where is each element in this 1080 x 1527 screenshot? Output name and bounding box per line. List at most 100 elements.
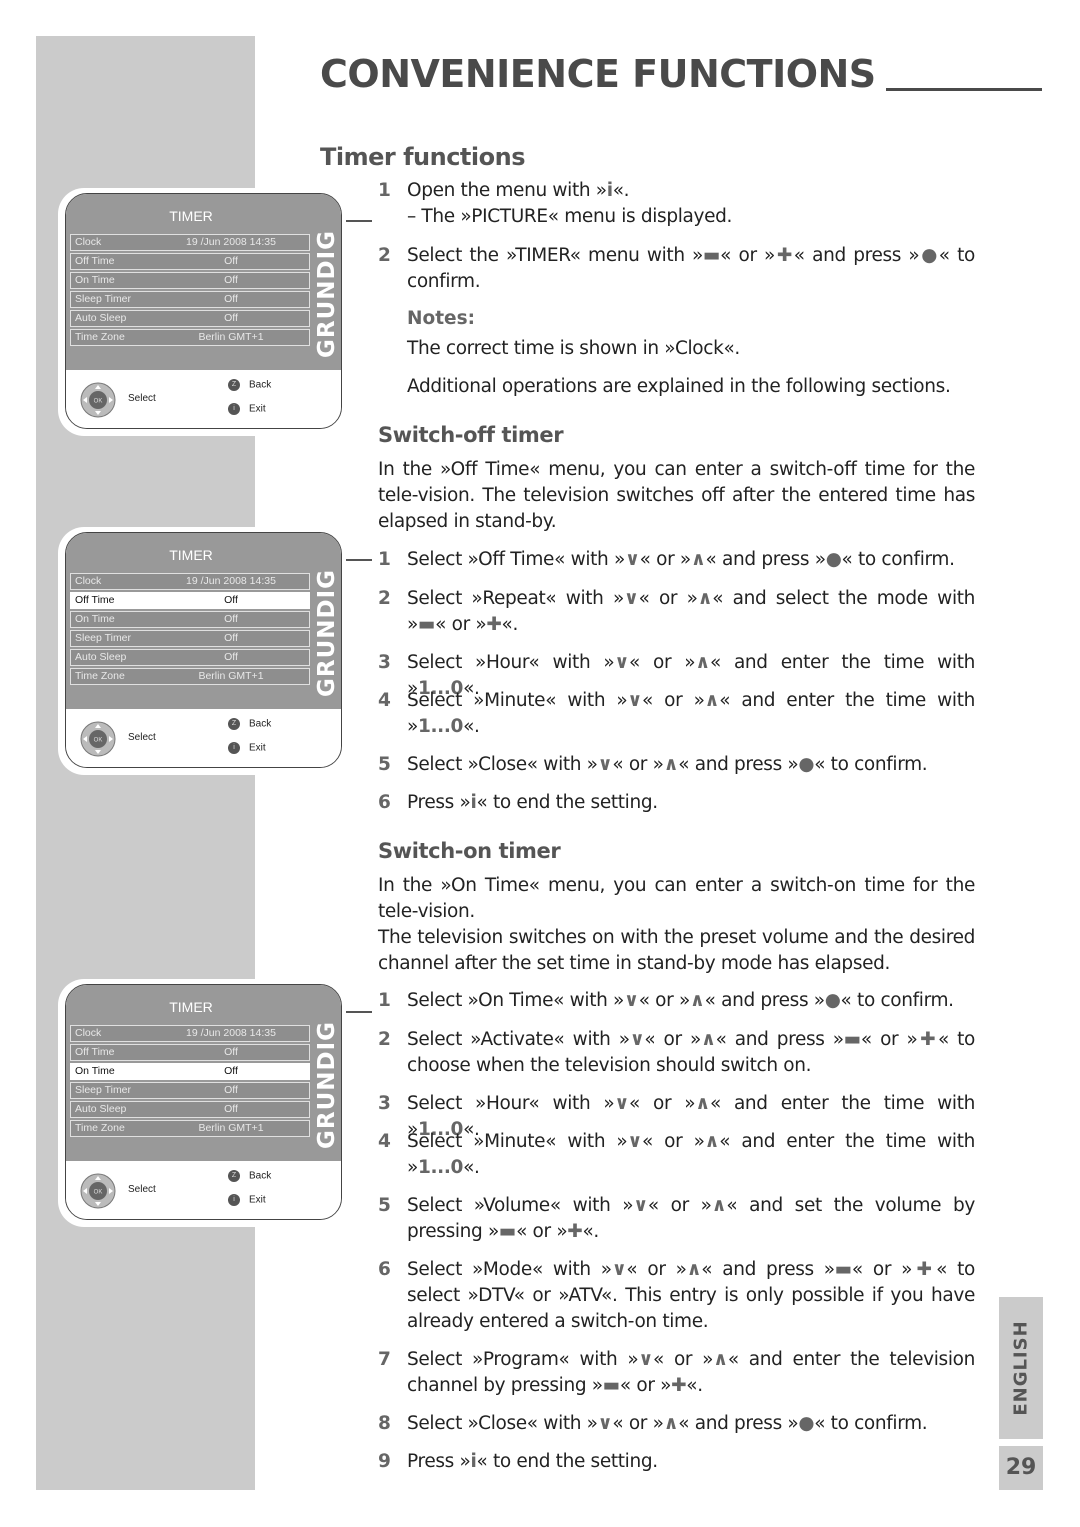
svg-text:OK: OK — [94, 399, 103, 405]
switch-on-step-9: 9 Press »i« to end the setting. — [378, 1449, 975, 1475]
menu-row: On Time Off — [70, 272, 310, 289]
dpad-ok-icon: OK — [80, 1173, 116, 1209]
menu-panel: TIMER Clock 19 /Jun 2008 14:35 Off Time Off O… — [66, 194, 341, 370]
menu-row-value: Berlin GMT+1 — [198, 670, 264, 682]
step-number: 6 — [378, 1259, 391, 1280]
select-label: Select — [128, 732, 156, 743]
menu-screen: TIMER Clock 19 /Jun 2008 14:35 Off Time Off O… — [65, 532, 342, 768]
switch-off-step-2: 2 Select »Repeat« with »∨« or »∧« and sel… — [378, 586, 975, 638]
menu-rows: Clock 19 /Jun 2008 14:35 Off Time Off On Tim… — [70, 573, 310, 687]
exit-label: Exit — [249, 742, 266, 754]
menu-row-label: Clock — [75, 236, 102, 248]
switch-off-step-1: 1 Select »Off Time« with »∨« or »∧« and p… — [378, 547, 975, 573]
dpad-ok-icon: OK — [80, 382, 116, 418]
menu-row-value: Off — [224, 293, 238, 305]
menu-row-label: Time Zone — [75, 1122, 125, 1134]
menu-row-value: 19 /Jun 2008 14:35 — [186, 236, 276, 248]
timer-menu-screenshot: TIMER Clock 19 /Jun 2008 14:35 Off Time Off O… — [58, 188, 346, 436]
menu-rows: Clock 19 /Jun 2008 14:35 Off Time Off On Tim… — [70, 1025, 310, 1139]
menu-row-label: Sleep Timer — [75, 293, 132, 305]
switch-on-step-8: 8 Select »Close« with »∨« or »∧« and pres… — [378, 1411, 975, 1437]
svg-text:OK: OK — [94, 1190, 103, 1196]
switch-on-step-4: 4 Select »Minute« with »∨« or »∧« and ent… — [378, 1129, 975, 1181]
step-number: 9 — [378, 1451, 391, 1472]
menu-row: Time Zone Berlin GMT+1 — [70, 329, 310, 346]
menu-footer: OK Select Z Back i Exit — [66, 1161, 341, 1219]
menu-rows: Clock 19 /Jun 2008 14:35 Off Time Off On Tim… — [70, 234, 310, 348]
menu-row: Time Zone Berlin GMT+1 — [70, 668, 310, 685]
menu-row-label: Auto Sleep — [75, 312, 127, 324]
brand-text: GRUNDIG — [314, 229, 340, 359]
switch-on-step-7: 7 Select »Program« with »∨« or »∧« and en… — [378, 1347, 975, 1399]
grundig-logo: GRUNDIG — [312, 563, 341, 703]
menu-row-label: On Time — [75, 1065, 115, 1077]
menu-row-value: 19 /Jun 2008 14:35 — [186, 1027, 276, 1039]
menu-row-value: Off — [224, 1103, 238, 1115]
step-number: 5 — [378, 1195, 391, 1216]
back-key-icon: Z — [228, 1170, 240, 1182]
step-number: 1 — [378, 180, 391, 201]
menu-row-value: Berlin GMT+1 — [198, 1122, 264, 1134]
menu-row-value: Off — [224, 274, 238, 286]
exit-key-icon: i — [228, 742, 240, 754]
menu-row-label: Clock — [75, 1027, 102, 1039]
back-label: Back — [249, 718, 272, 730]
step-number: 2 — [378, 245, 391, 266]
intro-step-1-sub: – The »PICTURE« menu is displayed. — [407, 206, 733, 227]
timer-menu-screenshot: TIMER Clock 19 /Jun 2008 14:35 Off Time Off O… — [58, 979, 346, 1227]
menu-row: Off Time Off — [70, 1044, 310, 1061]
exit-label: Exit — [249, 1194, 266, 1206]
menu-row-value: Off — [224, 632, 238, 644]
brand-text: GRUNDIG — [314, 1020, 340, 1150]
menu-row-value: Off — [224, 1046, 238, 1058]
step-text: Select »Program« with »∨« or »∧« and ent… — [407, 1349, 975, 1396]
menu-row-value: Off — [224, 312, 238, 324]
select-label: Select — [128, 393, 156, 404]
menu-row: Time Zone Berlin GMT+1 — [70, 1120, 310, 1137]
back-key-icon: Z — [228, 379, 240, 391]
callout-connector — [346, 559, 372, 561]
switch-off-description: In the »Off Time« menu, you can enter a … — [378, 459, 975, 532]
back-label: Back — [249, 379, 272, 391]
timer-menu-screenshot: TIMER Clock 19 /Jun 2008 14:35 Off Time Off O… — [58, 527, 346, 775]
step-text: Select »On Time« with »∨« or »∧« and pre… — [407, 990, 954, 1011]
step-text: Select »Close« with »∨« or »∧« and press… — [407, 754, 928, 775]
language-label: ENGLISH — [1010, 1320, 1032, 1416]
menu-footer: OK Select Z Back i Exit — [66, 370, 341, 428]
menu-row: Sleep Timer Off — [70, 630, 310, 647]
menu-row: On Time Off — [70, 1063, 310, 1080]
menu-screen: TIMER Clock 19 /Jun 2008 14:35 Off Time Off O… — [65, 984, 342, 1220]
menu-row-value: Off — [224, 255, 238, 267]
menu-row-label: Off Time — [75, 1046, 115, 1058]
step-text: Open the menu with »i«. — [407, 180, 630, 201]
intro-step-1: 1 Open the menu with »i«. — [378, 178, 975, 204]
select-label: Select — [128, 1184, 156, 1195]
menu-row-value: Off — [224, 1065, 238, 1077]
step-text: Select »Off Time« with »∨« or »∧« and pr… — [407, 549, 955, 570]
menu-row: Sleep Timer Off — [70, 291, 310, 308]
step-number: 8 — [378, 1413, 391, 1434]
step-text: Select »Activate« with »∨« or »∧« and pr… — [407, 1029, 975, 1076]
menu-row: On Time Off — [70, 611, 310, 628]
intro-step-2: 2 Select the »TIMER« menu with »▬« or »✚… — [378, 243, 975, 295]
menu-row: Auto Sleep Off — [70, 649, 310, 666]
menu-row: Auto Sleep Off — [70, 1101, 310, 1118]
step-text: Select »Repeat« with »∨« or »∧« and sele… — [407, 588, 976, 635]
menu-row-value: 19 /Jun 2008 14:35 — [186, 575, 276, 587]
menu-row-value: Berlin GMT+1 — [198, 331, 264, 343]
menu-row-label: Time Zone — [75, 331, 125, 343]
menu-row: Auto Sleep Off — [70, 310, 310, 327]
menu-title: TIMER — [169, 547, 213, 563]
switch-on-step-1: 1 Select »On Time« with »∨« or »∧« and pr… — [378, 988, 975, 1014]
menu-footer: OK Select Z Back i Exit — [66, 709, 341, 767]
step-number: 2 — [378, 1029, 391, 1050]
menu-row-label: Time Zone — [75, 670, 125, 682]
note-2: Additional operations are explained in t… — [407, 376, 951, 397]
menu-row: Sleep Timer Off — [70, 1082, 310, 1099]
menu-title: TIMER — [169, 999, 213, 1015]
step-number: 5 — [378, 754, 391, 775]
step-number: 6 — [378, 792, 391, 813]
step-text: Select »Volume« with »∨« or »∧« and set … — [407, 1195, 975, 1242]
section-title: CONVENIENCE FUNCTIONS — [320, 52, 876, 96]
exit-hint: i Exit — [228, 742, 266, 754]
